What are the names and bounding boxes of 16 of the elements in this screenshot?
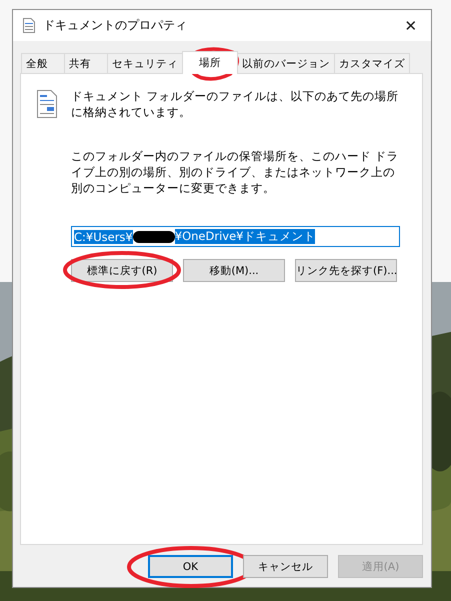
tab[interactable]: カスタマイズ [334,53,410,73]
description-text: ドキュメント フォルダーのファイルは、以下のあて先の場所に格納されています。 [71,88,400,120]
tab[interactable]: 全般 [21,53,65,73]
window-title: ドキュメントのプロパティ [43,17,188,34]
close-button[interactable]: ✕ [391,10,431,40]
dialog-button[interactable]: OK [148,555,233,578]
dialog-button[interactable]: キャンセル [243,555,328,578]
location-button[interactable]: 移動(M)... [183,259,285,282]
path-field[interactable]: C:¥Users¥ ¥OneDrive¥ドキュメント [71,226,400,247]
document-icon [37,90,57,118]
redaction-mark [132,230,175,242]
instruction-text: このフォルダー内のファイルの保管場所を、このハード ドライブ上の別の場所、別のドライブ、またはネットワーク上の別のコンピューターに変更できます。 [71,148,400,196]
tab[interactable]: 場所 [182,51,238,74]
location-button[interactable]: リンク先を探す(F)... [295,259,397,282]
location-button[interactable]: 標準に戻す(R) [71,259,173,282]
document-icon [23,18,35,33]
